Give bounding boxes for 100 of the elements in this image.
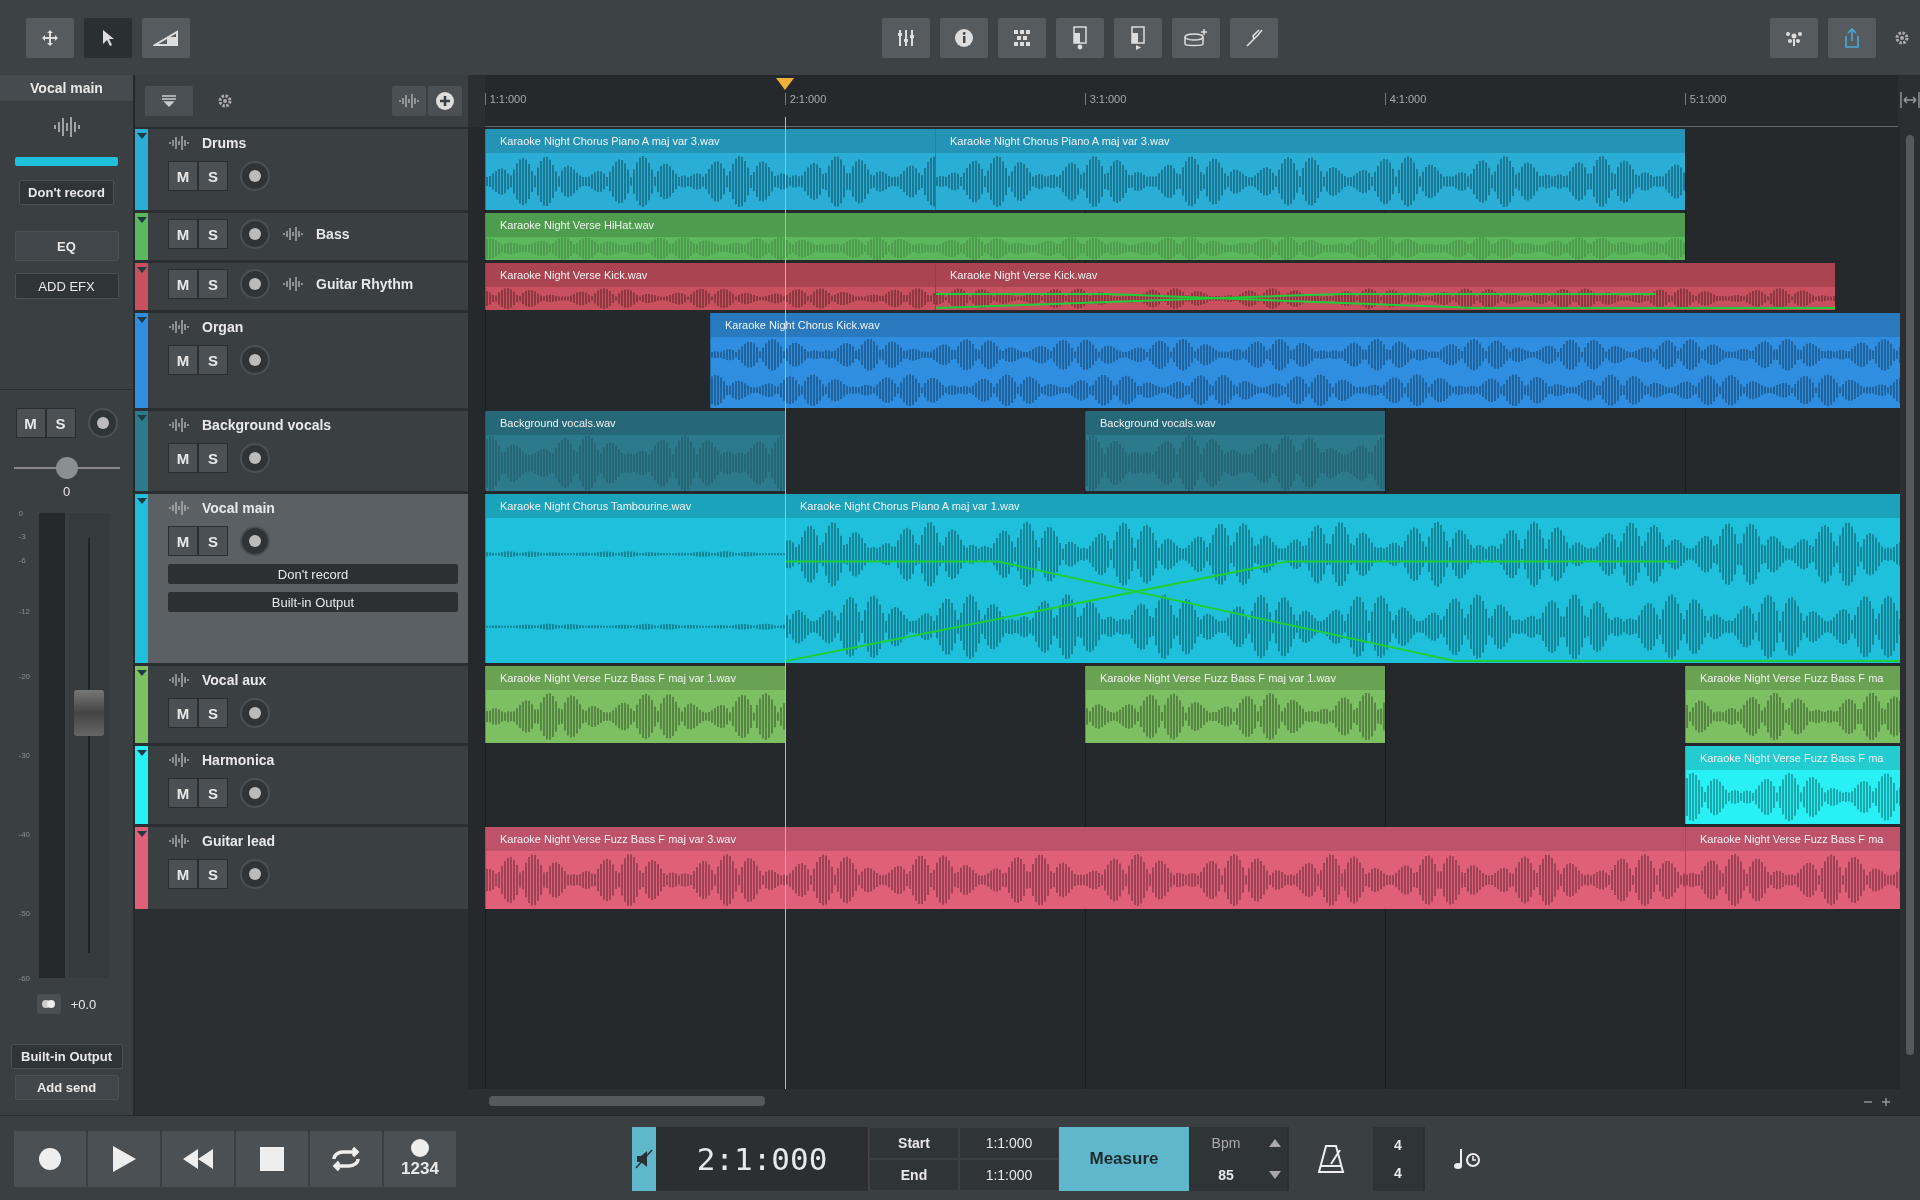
- input-selector[interactable]: Don't record: [19, 180, 114, 205]
- solo-button[interactable]: S: [198, 526, 228, 556]
- record-arm-button[interactable]: [240, 219, 270, 249]
- zoom-in-icon[interactable]: [1881, 1097, 1891, 1107]
- track-color-tab[interactable]: [135, 827, 148, 909]
- zoom-fit-icon[interactable]: [1900, 91, 1920, 109]
- count-in-button[interactable]: 1234: [384, 1130, 456, 1187]
- solo-button[interactable]: S: [198, 698, 228, 728]
- rewind-button[interactable]: [162, 1130, 234, 1187]
- collapse-button[interactable]: [145, 86, 193, 116]
- collapse-caret-icon[interactable]: [136, 670, 147, 676]
- record-button[interactable]: [14, 1130, 86, 1187]
- mute-button[interactable]: M: [168, 526, 198, 556]
- plugin-button[interactable]: [1770, 17, 1818, 58]
- stop-button[interactable]: [236, 1130, 308, 1187]
- horizontal-scrollbar-thumb[interactable]: [489, 1096, 765, 1106]
- drum-add-button[interactable]: [1172, 17, 1220, 58]
- timeline-ruler[interactable]: 1:1:000 2:1:000 3:1:000 4:1:000 5:1:000: [484, 75, 1898, 127]
- mute-button[interactable]: M: [168, 778, 198, 808]
- increment-caret-icon[interactable]: [1269, 1138, 1281, 1147]
- time-signature-value[interactable]: 4: [1394, 1164, 1402, 1181]
- track-header[interactable]: Drums M S: [135, 129, 468, 210]
- settings-icon[interactable]: [217, 93, 233, 109]
- speaker-mute-button[interactable]: [632, 1126, 656, 1191]
- pan-slider[interactable]: [13, 456, 120, 480]
- play-track-button[interactable]: [1114, 17, 1162, 58]
- track-color-tab[interactable]: [135, 263, 148, 310]
- track-header[interactable]: Guitar lead M S: [135, 827, 468, 909]
- volume-fader[interactable]: [68, 513, 109, 978]
- solo-button[interactable]: S: [198, 443, 228, 473]
- track-header[interactable]: M S Bass: [135, 213, 468, 260]
- record-arm-button[interactable]: [240, 269, 270, 299]
- mixer-button[interactable]: [882, 17, 930, 58]
- mute-button[interactable]: M: [168, 859, 198, 889]
- track-header[interactable]: Vocal aux M S: [135, 666, 468, 743]
- settings-icon[interactable]: [1894, 29, 1910, 46]
- loop-button[interactable]: [310, 1130, 382, 1187]
- audio-clip[interactable]: Background vocals.wav: [1085, 411, 1385, 491]
- tuning-fork-button[interactable]: [1230, 17, 1278, 58]
- record-arm-button[interactable]: [240, 161, 270, 191]
- add-effect-button[interactable]: ADD EFX: [14, 273, 119, 299]
- collapse-caret-icon[interactable]: [136, 498, 147, 504]
- record-arm-button[interactable]: [240, 859, 270, 889]
- mute-button[interactable]: M: [168, 161, 198, 191]
- record-arm-button[interactable]: [240, 526, 270, 556]
- track-color-tab[interactable]: [135, 213, 148, 260]
- track-header[interactable]: Background vocals M S: [135, 411, 468, 491]
- solo-button[interactable]: S: [45, 408, 76, 438]
- pointer-tool-button[interactable]: [84, 17, 132, 58]
- solo-button[interactable]: S: [198, 859, 228, 889]
- mute-button[interactable]: M: [168, 269, 198, 299]
- track-color-tab[interactable]: [135, 494, 148, 663]
- mute-button[interactable]: M: [15, 408, 46, 438]
- eq-button[interactable]: EQ: [14, 231, 119, 261]
- audio-clip[interactable]: Karaoke Night Verse Fuzz Bass F ma: [1685, 827, 1900, 909]
- track-header[interactable]: Vocal main M S Don't record Built-in Output: [135, 494, 468, 663]
- play-button[interactable]: [88, 1130, 160, 1187]
- collapse-caret-icon[interactable]: [136, 217, 147, 223]
- record-arm-button[interactable]: [87, 408, 118, 438]
- record-arm-button[interactable]: [240, 698, 270, 728]
- time-signature-value[interactable]: 4: [1394, 1136, 1402, 1153]
- playhead-marker-icon[interactable]: [774, 77, 795, 91]
- track-color-tab[interactable]: [135, 411, 148, 491]
- input-selector[interactable]: Don't record: [168, 564, 458, 584]
- solo-button[interactable]: S: [198, 345, 228, 375]
- solo-button[interactable]: S: [198, 219, 228, 249]
- track-header[interactable]: Organ M S: [135, 313, 468, 408]
- add-send-button[interactable]: Add send: [14, 1075, 119, 1100]
- output-selector[interactable]: Built-in Output: [168, 592, 458, 612]
- track-color-tab[interactable]: [135, 666, 148, 743]
- solo-button[interactable]: S: [198, 269, 228, 299]
- start-value[interactable]: 1:1:000: [959, 1126, 1059, 1159]
- bpm-value[interactable]: 85: [1218, 1166, 1234, 1183]
- track-color-tab[interactable]: [135, 313, 148, 408]
- measure-mode-button[interactable]: Measure: [1059, 1126, 1189, 1191]
- audio-clip[interactable]: Karaoke Night Verse Kick.wav: [485, 263, 935, 310]
- collapse-caret-icon[interactable]: [136, 831, 147, 837]
- solo-button[interactable]: S: [198, 161, 228, 191]
- mute-button[interactable]: M: [168, 345, 198, 375]
- collapse-caret-icon[interactable]: [136, 750, 147, 756]
- move-tool-button[interactable]: [26, 17, 74, 58]
- track-header[interactable]: M S Guitar Rhythm: [135, 263, 468, 310]
- mute-button[interactable]: M: [168, 219, 198, 249]
- record-arm-button[interactable]: [240, 443, 270, 473]
- info-button[interactable]: [940, 17, 988, 58]
- collapse-caret-icon[interactable]: [136, 133, 147, 139]
- audio-clip[interactable]: Karaoke Night Verse Kick.wav: [935, 263, 1835, 310]
- end-value[interactable]: 1:1:000: [959, 1158, 1059, 1191]
- mute-button[interactable]: M: [168, 443, 198, 473]
- decrement-caret-icon[interactable]: [1269, 1170, 1281, 1179]
- audio-clip[interactable]: Background vocals.wav: [485, 411, 785, 491]
- track-color-tab[interactable]: [135, 129, 148, 210]
- scrollbar-thumb[interactable]: [1906, 135, 1914, 1055]
- track-header[interactable]: Harmonica M S: [135, 746, 468, 824]
- record-arm-button[interactable]: [240, 778, 270, 808]
- ramp-tool-button[interactable]: [142, 17, 190, 58]
- solo-button[interactable]: S: [198, 778, 228, 808]
- grid-button[interactable]: [998, 17, 1046, 58]
- track-color-tab[interactable]: [135, 746, 148, 824]
- output-selector[interactable]: Built-in Output: [10, 1044, 123, 1069]
